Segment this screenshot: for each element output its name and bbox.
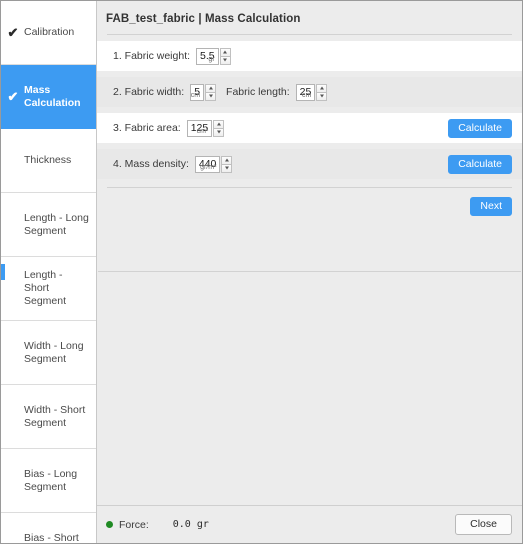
sidebar-item-calibration[interactable]: ✔ Calibration [1, 1, 96, 65]
next-button[interactable]: Next [470, 197, 512, 216]
next-button-row: Next [97, 188, 522, 216]
status-bar: Force: 0.0 gr Close [97, 505, 522, 543]
fabric-length-label: Fabric length: [226, 86, 290, 98]
force-value: 0.0 gr [172, 519, 209, 530]
sidebar-item-label: Length - Long Segment [24, 211, 89, 237]
force-status-indicator-icon [106, 521, 113, 528]
fabric-weight-label: 1. Fabric weight: [113, 50, 191, 62]
fabric-weight-unit: gr [208, 55, 215, 63]
spinner-up-icon[interactable] [213, 119, 225, 128]
sidebar-item-label: Width - Long Segment [24, 339, 84, 365]
fabric-area-stepper[interactable]: 125 cm² [186, 119, 225, 137]
sidebar-item-label: Thickness [24, 154, 72, 166]
page-title: FAB_test_fabric | Mass Calculation [97, 1, 522, 34]
spinner-up-icon[interactable] [316, 83, 328, 92]
mass-density-input[interactable]: 440 gr/m² [194, 155, 221, 173]
sidebar-item-length-short-segment[interactable]: Length - Short Segment [1, 257, 96, 321]
mass-density-label: 4. Mass density: [113, 158, 189, 170]
sidebar: ✔ Calibration ✔ Mass Calculation Thickne… [1, 1, 97, 543]
fabric-length-spinner[interactable] [316, 83, 328, 101]
fabric-weight-spinner[interactable] [219, 47, 231, 65]
sidebar-item-label: Mass Calculation [24, 83, 81, 109]
calculate-density-button[interactable]: Calculate [448, 154, 512, 174]
sidebar-item-bias-short-segment[interactable]: Bias - Short Segment [1, 513, 96, 544]
force-label: Force: [119, 518, 149, 531]
fabric-area-label: 3. Fabric area: [113, 122, 181, 134]
content-area: FAB_test_fabric | Mass Calculation 1. Fa… [97, 1, 522, 505]
form-row-fabric-area: 3. Fabric area: 125 cm² Calculate [97, 113, 522, 143]
form-row-mass-density: 4. Mass density: 440 gr/m² Calculate [97, 149, 522, 179]
calculate-area-button[interactable]: Calculate [448, 118, 512, 138]
fabric-length-input[interactable]: 25 cm [295, 83, 316, 101]
fabric-weight-stepper[interactable]: 5.5 gr [196, 47, 231, 65]
check-icon: ✔ [7, 89, 19, 104]
fabric-width-stepper[interactable]: 5 cm [190, 83, 217, 101]
content-bottom-divider [98, 271, 521, 272]
fabric-length-stepper[interactable]: 25 cm [295, 83, 328, 101]
spinner-down-icon[interactable] [316, 91, 328, 101]
sidebar-scroll-indicator[interactable] [1, 264, 5, 280]
fabric-weight-input[interactable]: 5.5 gr [196, 47, 219, 65]
sidebar-item-label: Calibration [24, 26, 75, 38]
fabric-area-input[interactable]: 125 cm² [186, 119, 213, 137]
main-panel: FAB_test_fabric | Mass Calculation 1. Fa… [97, 1, 522, 543]
form-area: 1. Fabric weight: 5.5 gr 2. Fabric width… [97, 35, 522, 216]
sidebar-item-thickness[interactable]: Thickness [1, 129, 96, 193]
sidebar-item-bias-long-segment[interactable]: Bias - Long Segment [1, 449, 96, 513]
sidebar-item-label: Length - Short Segment [24, 269, 67, 307]
sidebar-item-label: Bias - Short Segment [24, 531, 79, 544]
row-spacer [97, 179, 522, 187]
fabric-area-spinner[interactable] [213, 119, 225, 137]
spinner-down-icon[interactable] [205, 91, 217, 101]
spinner-down-icon[interactable] [219, 55, 231, 65]
sidebar-item-length-long-segment[interactable]: Length - Long Segment [1, 193, 96, 257]
check-icon: ✔ [7, 25, 19, 40]
spinner-up-icon[interactable] [219, 47, 231, 56]
spinner-up-icon[interactable] [205, 83, 217, 92]
fabric-width-label: 2. Fabric width: [113, 86, 185, 98]
fabric-width-input[interactable]: 5 cm [190, 83, 205, 101]
mass-density-stepper[interactable]: 440 gr/m² [194, 155, 233, 173]
mass-calculation-window: ✔ Calibration ✔ Mass Calculation Thickne… [0, 0, 523, 544]
close-button[interactable]: Close [455, 514, 512, 535]
form-row-fabric-dimensions: 2. Fabric width: 5 cm Fabric length: 25 … [97, 77, 522, 107]
spinner-down-icon[interactable] [213, 127, 225, 137]
spinner-down-icon[interactable] [221, 163, 233, 173]
fabric-width-unit: cm [190, 91, 201, 99]
sidebar-item-width-long-segment[interactable]: Width - Long Segment [1, 321, 96, 385]
mass-density-spinner[interactable] [221, 155, 233, 173]
fabric-area-unit: cm² [196, 127, 209, 135]
sidebar-item-width-short-segment[interactable]: Width - Short Segment [1, 385, 96, 449]
spinner-up-icon[interactable] [221, 155, 233, 164]
sidebar-item-mass-calculation[interactable]: ✔ Mass Calculation [1, 65, 96, 129]
fabric-width-spinner[interactable] [205, 83, 217, 101]
mass-density-unit: gr/m² [200, 163, 217, 171]
sidebar-item-label: Bias - Long Segment [24, 467, 78, 493]
form-row-fabric-weight: 1. Fabric weight: 5.5 gr [97, 41, 522, 71]
sidebar-item-label: Width - Short Segment [24, 403, 86, 429]
fabric-length-unit: cm [302, 91, 312, 99]
